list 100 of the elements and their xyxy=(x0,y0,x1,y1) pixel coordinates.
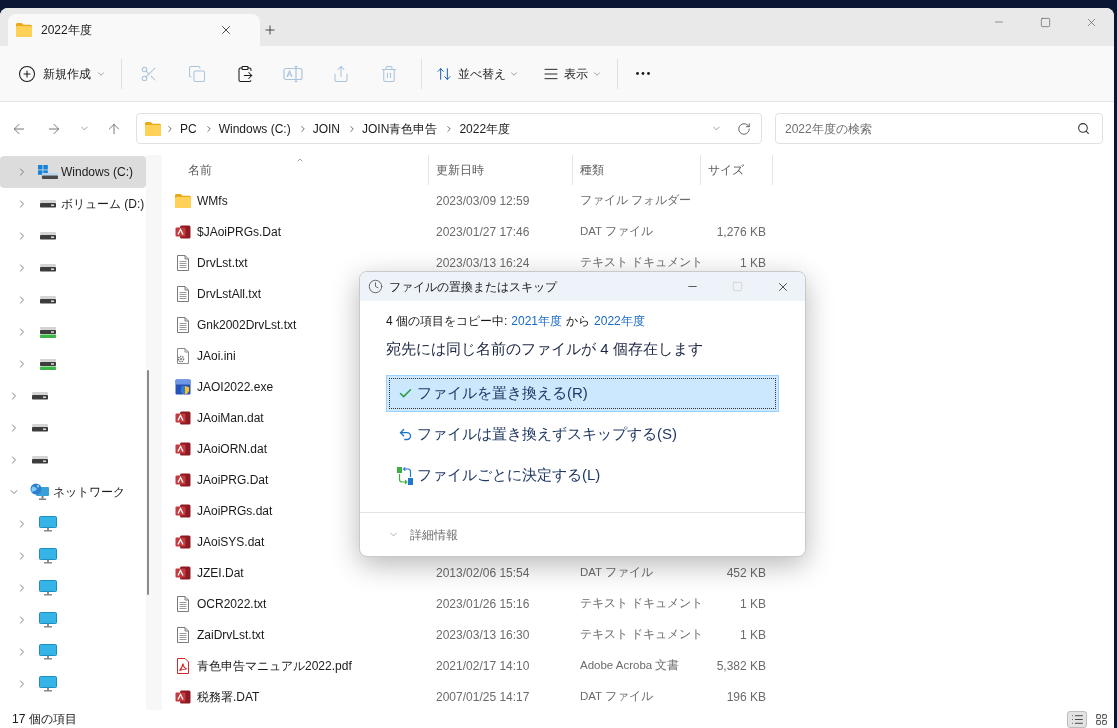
file-size: 1 KB xyxy=(740,626,766,644)
file-name[interactable]: JAoiPRG.Dat xyxy=(197,470,269,489)
option-button[interactable]: ファイルを置き換える(R) xyxy=(386,375,779,412)
text-box-icon xyxy=(283,65,303,82)
modified-date: 2013/02/06 15:54 xyxy=(436,564,530,582)
file-type: Adobe Acroba 文書 xyxy=(580,657,680,673)
drive-icon xyxy=(32,424,48,432)
modified-date: 2021/02/17 14:10 xyxy=(436,657,530,675)
folder-icon xyxy=(16,23,32,37)
column-header[interactable]: 名前 xyxy=(162,155,429,185)
copy-status-text: 4 個の項目をコピー中: 2021年度 から 2022年度 xyxy=(386,312,646,330)
file-name[interactable]: DrvLstAll.txt xyxy=(197,284,261,303)
data-file-icon xyxy=(175,440,191,457)
file-name[interactable]: ZaiDrvLst.txt xyxy=(197,625,265,644)
monitor-icon xyxy=(39,612,57,628)
file-size: 452 KB xyxy=(726,564,766,582)
sidebar-item[interactable]: ボリューム (D:) xyxy=(0,188,146,220)
trash-icon xyxy=(380,64,398,83)
drive-icon xyxy=(32,392,48,400)
breadcrumb-item[interactable]: Windows (C:) xyxy=(215,116,294,141)
file-type: DAT ファイル xyxy=(580,564,654,580)
file-name[interactable]: $JAoiPRGs.Dat xyxy=(197,222,282,241)
file-name[interactable]: JAoiSYS.dat xyxy=(197,532,265,551)
share-icon xyxy=(332,64,350,83)
column-header[interactable]: 種類 xyxy=(573,155,701,185)
modified-date: 2023/03/13 16:30 xyxy=(436,626,530,644)
file-name[interactable]: 青色申告マニュアル2022.pdf xyxy=(197,656,352,675)
breadcrumb-item[interactable]: 2022年度 xyxy=(456,116,514,141)
modified-date: 2007/01/25 14:17 xyxy=(436,688,530,706)
file-name[interactable]: JZEI.Dat xyxy=(197,563,244,582)
network-icon xyxy=(30,483,50,501)
sidebar-item[interactable]: Windows (C:) xyxy=(0,156,146,188)
file-type: DAT ファイル xyxy=(580,223,654,239)
breadcrumb-item[interactable]: JOIN xyxy=(309,116,344,141)
file-type: ファイル フォルダー xyxy=(580,192,692,208)
list-icon xyxy=(1070,712,1084,726)
data-file-icon xyxy=(175,223,191,240)
column-header[interactable]: サイズ xyxy=(701,155,773,185)
sort-button[interactable]: 並べ替え xyxy=(428,55,527,92)
item-count: 17 個の項目 xyxy=(12,713,77,725)
file-name[interactable]: JAoiMan.dat xyxy=(197,408,264,427)
swap-icon xyxy=(397,466,413,485)
plus-icon xyxy=(263,23,277,37)
text-file-icon xyxy=(176,316,190,333)
file-type: DAT ファイル xyxy=(580,688,654,704)
close-icon xyxy=(219,23,233,37)
file-name[interactable]: 税務署.DAT xyxy=(197,687,260,706)
file-name[interactable]: JAOI2022.exe xyxy=(197,377,274,396)
settings-file-icon xyxy=(176,347,190,364)
breadcrumb-item[interactable]: JOIN青色申告 xyxy=(359,116,441,141)
drive-icon xyxy=(32,456,48,464)
file-name[interactable]: JAoiPRGs.dat xyxy=(197,501,273,520)
details-toggle[interactable]: 詳細情報 xyxy=(388,522,458,547)
data-file-icon xyxy=(175,471,191,488)
address-bar[interactable]: PC Windows (C:) JOIN JOIN青色申告 2022年度 xyxy=(136,113,762,144)
clipboard-icon xyxy=(236,64,254,83)
column-header[interactable]: 更新日時 xyxy=(429,155,573,185)
drive-icon xyxy=(40,296,56,304)
app-icon xyxy=(175,378,191,395)
scissors-icon xyxy=(140,64,158,83)
refresh-icon xyxy=(737,121,751,136)
text-file-icon xyxy=(176,626,190,643)
drive-icon xyxy=(40,264,56,272)
details-view-button[interactable] xyxy=(1067,710,1087,728)
file-size: 5,382 KB xyxy=(716,657,766,675)
file-name[interactable]: DrvLst.txt xyxy=(197,253,248,272)
grid-icon xyxy=(1094,712,1108,726)
pdf-file-icon xyxy=(176,657,190,674)
file-name[interactable]: JAoiORN.dat xyxy=(197,439,268,458)
tab[interactable]: 2022年度 xyxy=(8,14,260,46)
sort-arrows-icon xyxy=(436,65,452,82)
file-name[interactable]: WMfs xyxy=(197,191,228,210)
scrollbar-thumb[interactable] xyxy=(147,370,149,595)
file-size: 196 KB xyxy=(726,688,766,706)
file-name[interactable]: JAoi.ini xyxy=(197,346,236,365)
text-file-icon xyxy=(176,285,190,302)
text-file-icon xyxy=(176,595,190,612)
file-size: 1 KB xyxy=(740,254,766,272)
modified-date: 2023/03/09 12:59 xyxy=(436,192,530,210)
undo-arrow-icon xyxy=(397,427,413,442)
monitor-icon xyxy=(39,676,57,692)
search-field[interactable]: 2022年度の検索 xyxy=(775,113,1103,144)
copy-icon xyxy=(188,64,206,83)
destination-folder-link[interactable]: 2022年度 xyxy=(594,312,645,330)
source-folder-link[interactable]: 2021年度 xyxy=(511,312,563,330)
drive-icon xyxy=(40,326,56,338)
file-size: 1,276 KB xyxy=(716,223,766,241)
modified-date: 2023/01/27 17:46 xyxy=(436,223,530,241)
breadcrumb-item[interactable]: PC xyxy=(177,116,200,141)
drive-icon xyxy=(40,232,56,240)
sidebar-item[interactable]: ネットワーク xyxy=(0,476,146,508)
monitor-icon xyxy=(39,644,57,660)
plus-circle-icon xyxy=(18,64,36,83)
file-name[interactable]: Gnk2002DrvLst.txt xyxy=(197,315,297,334)
file-name[interactable]: OCR2022.txt xyxy=(197,594,267,613)
text-file-icon xyxy=(176,254,190,271)
drive-icon xyxy=(40,358,56,370)
view-button[interactable]: 表示 xyxy=(535,55,610,92)
new-button[interactable]: 新規作成 xyxy=(10,55,114,92)
data-file-icon xyxy=(175,688,191,705)
